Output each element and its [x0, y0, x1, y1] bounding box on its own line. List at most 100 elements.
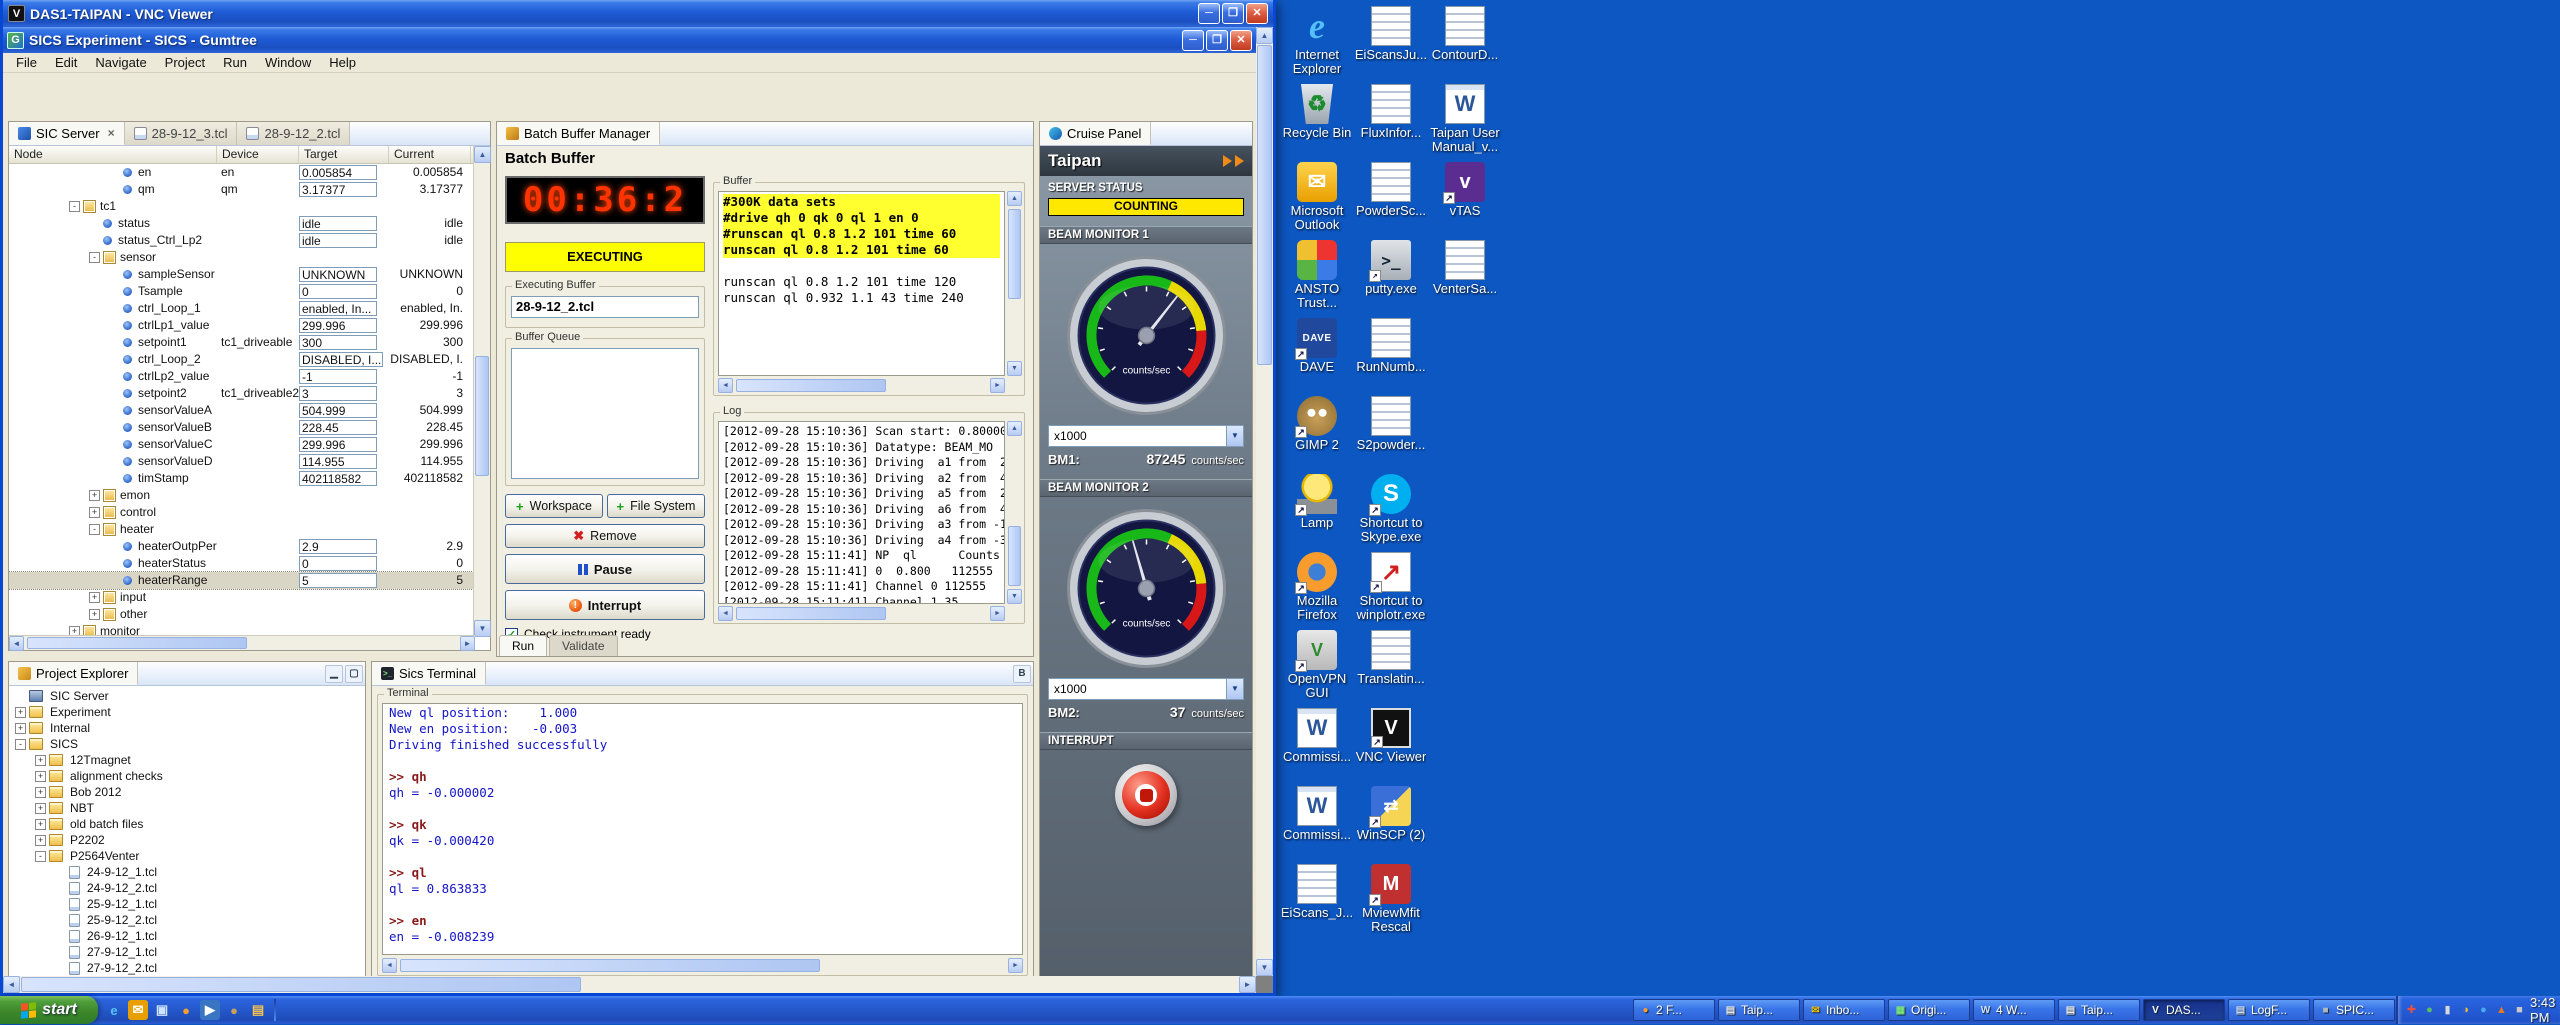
explorer-item[interactable]: +NBT	[9, 800, 365, 816]
scroll-up-icon[interactable]: ▲	[1007, 421, 1022, 436]
desktop-icon-internet-explorer[interactable]: eInternet Explorer	[1278, 6, 1356, 84]
tab-28-9-12_3.tcl[interactable]: 28-9-12_3.tcl	[125, 122, 238, 145]
tree-row[interactable]: setpoint1tc1_driveable300300	[9, 334, 473, 351]
desktop-icon-lamp[interactable]: ↗Lamp	[1278, 474, 1356, 552]
quicklaunch-internet-explorer-icon[interactable]: e	[104, 1000, 124, 1020]
target-value-field[interactable]: 300	[299, 335, 377, 350]
close-tab-icon[interactable]: ×	[108, 126, 115, 140]
tray-icon[interactable]: ◑	[2458, 1003, 2473, 1018]
desktop-icon-microsoft-outlook[interactable]: ✉Microsoft Outlook	[1278, 162, 1356, 240]
pause-button[interactable]: Pause	[505, 554, 705, 584]
taskbar-button-inbo-[interactable]: ✉Inbo...	[1803, 999, 1885, 1021]
taskbar-button-logf-[interactable]: ▤LogF...	[2228, 999, 2310, 1021]
taskbar-button-2-f-[interactable]: ●2 F...	[1633, 999, 1715, 1021]
tree-row[interactable]: heaterOutpPercent2.92.9	[9, 538, 473, 555]
expand-icon[interactable]: +	[89, 490, 100, 501]
menu-window[interactable]: Window	[256, 55, 320, 70]
tray-icon[interactable]: ●	[2422, 1003, 2437, 1018]
app-maximize-button[interactable]: ❐	[1206, 30, 1228, 51]
vnc-titlebar[interactable]: V DAS1-TAIPAN - VNC Viewer ─ ❐ ✕	[3, 0, 1273, 27]
log-vscrollbar[interactable]: ▲ ▼	[1007, 421, 1022, 604]
desktop-icon-runnumb-[interactable]: RunNumb...	[1352, 318, 1430, 396]
scroll-right-icon[interactable]: ►	[1239, 976, 1256, 993]
desktop-icon-shortcut-to-winplotr-exe[interactable]: ↗↗Shortcut to winplotr.exe	[1352, 552, 1430, 630]
interrupt-button[interactable]: ! Interrupt	[505, 590, 705, 620]
expand-icon[interactable]: +	[89, 609, 100, 620]
explorer-item[interactable]: SIC Server	[9, 688, 365, 704]
buffer-vscrollbar[interactable]: ▲ ▼	[1007, 191, 1022, 376]
explorer-item[interactable]: +Internal	[9, 720, 365, 736]
maximize-view-button[interactable]: ▢	[345, 665, 363, 683]
collapse-icon[interactable]: -	[89, 252, 100, 263]
target-value-field[interactable]: 504.999	[299, 403, 377, 418]
desktop-icon-eiscansju-[interactable]: EiScansJu...	[1352, 6, 1430, 84]
expand-icon[interactable]: +	[35, 835, 46, 846]
column-header-node[interactable]: Node	[9, 146, 217, 163]
tab-28-9-12_2.tcl[interactable]: 28-9-12_2.tcl	[237, 122, 350, 145]
minimize-view-button[interactable]: ▁	[325, 665, 343, 683]
scroll-right-icon[interactable]: ►	[990, 378, 1005, 393]
tree-row[interactable]: status_Ctrl_Lp2idleidle	[9, 232, 473, 249]
column-header-current[interactable]: Current	[389, 146, 471, 163]
tree-row[interactable]: +emon	[9, 487, 473, 504]
tree-row[interactable]: -heater	[9, 521, 473, 538]
start-button[interactable]: start	[0, 996, 98, 1024]
maximize-button[interactable]: ❐	[1222, 3, 1244, 24]
desktop-icon-vtas[interactable]: v↗vTAS	[1426, 162, 1504, 240]
expand-icon[interactable]: +	[35, 755, 46, 766]
explorer-item[interactable]: -SICS	[9, 736, 365, 752]
explorer-item[interactable]: +Bob 2012	[9, 784, 365, 800]
expand-icon[interactable]: +	[35, 803, 46, 814]
target-value-field[interactable]: 228.45	[299, 420, 377, 435]
tab-sics-terminal[interactable]: >_ Sics Terminal	[372, 662, 486, 685]
tree-row[interactable]: sensorValueA504.999504.999	[9, 402, 473, 419]
tree-row[interactable]: ctrlLp2_value-1-1	[9, 368, 473, 385]
log-hscrollbar[interactable]: ◄ ►	[718, 606, 1005, 621]
tray-icon[interactable]: ✚	[2404, 1003, 2419, 1018]
taskbar-button-taip-[interactable]: ▤Taip...	[1718, 999, 1800, 1021]
target-value-field[interactable]: DISABLED, I...	[299, 352, 383, 367]
target-value-field[interactable]: 299.996	[299, 437, 377, 452]
column-header-target[interactable]: Target	[299, 146, 389, 163]
taskbar-button-taip-[interactable]: ▤Taip...	[2058, 999, 2140, 1021]
explorer-item[interactable]: 25-9-12_2.tcl	[9, 912, 365, 928]
desktop-icon-ventersa-[interactable]: VenterSa...	[1426, 240, 1504, 318]
scroll-left-icon[interactable]: ◄	[382, 958, 397, 973]
column-header-device[interactable]: Device	[217, 146, 299, 163]
tab-project-explorer[interactable]: Project Explorer	[9, 662, 138, 685]
scroll-left-icon[interactable]: ◄	[9, 636, 24, 651]
workspace-button[interactable]: + Workspace	[505, 494, 603, 518]
desktop-icon-vnc-viewer[interactable]: V↗VNC Viewer	[1352, 708, 1430, 786]
terminal-hscrollbar[interactable]: ◄ ►	[382, 958, 1023, 973]
scroll-left-icon[interactable]: ◄	[3, 976, 20, 993]
tree-row[interactable]: sensorValueB228.45228.45	[9, 419, 473, 436]
tree-row[interactable]: Tsample00	[9, 283, 473, 300]
desktop-icon-powdersc-[interactable]: PowderSc...	[1352, 162, 1430, 240]
desktop-icon-openvpn-gui[interactable]: V↗OpenVPN GUI	[1278, 630, 1356, 708]
tray-icon[interactable]: ▲	[2494, 1003, 2509, 1018]
desktop-icon-fluxinfor-[interactable]: FluxInfor...	[1352, 84, 1430, 162]
tree-row[interactable]: ctrlLp1_value299.996299.996	[9, 317, 473, 334]
collapse-icon[interactable]: -	[35, 851, 46, 862]
minimize-button[interactable]: ─	[1198, 3, 1220, 24]
desktop-icon-eiscans-j-[interactable]: EiScans_J...	[1278, 864, 1356, 942]
desktop-icon-ansto-trust-[interactable]: ANSTO Trust...	[1278, 240, 1356, 318]
target-value-field[interactable]: 0.005854	[299, 165, 377, 180]
desktop-icon-s2powder-[interactable]: S2powder...	[1352, 396, 1430, 474]
tree-row[interactable]: enen0.0058540.005854	[9, 164, 473, 181]
target-value-field[interactable]: 0	[299, 284, 377, 299]
explorer-item[interactable]: +12Tmagnet	[9, 752, 365, 768]
tab-validate[interactable]: Validate	[549, 635, 617, 656]
desktop-icon-commissi-[interactable]: WCommissi...	[1278, 708, 1356, 786]
file-system-button[interactable]: + File System	[607, 494, 705, 518]
quicklaunch-outlook-icon[interactable]: ✉	[128, 1000, 148, 1020]
tree-row[interactable]: sensorValueD114.955114.955	[9, 453, 473, 470]
target-value-field[interactable]: idle	[299, 233, 377, 248]
multiplier-select[interactable]: x1000▼	[1048, 678, 1244, 700]
desktop-icon-shortcut-to-skype-exe[interactable]: S↗Shortcut to Skype.exe	[1352, 474, 1430, 552]
tree-row[interactable]: sampleSensorUNKNOWNUNKNOWN	[9, 266, 473, 283]
taskbar-button-origi-[interactable]: ▦Origi...	[1888, 999, 1970, 1021]
explorer-item[interactable]: +Experiment	[9, 704, 365, 720]
explorer-item[interactable]: 24-9-12_1.tcl	[9, 864, 365, 880]
tree-row[interactable]: ctrl_Loop_1enabled, In...enabled, In.	[9, 300, 473, 317]
